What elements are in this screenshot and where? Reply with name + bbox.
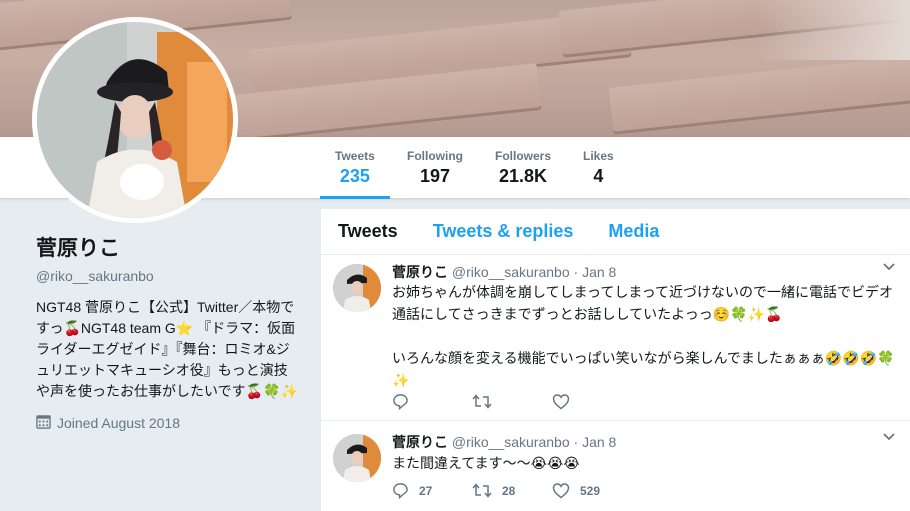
stat-value: 197 (419, 166, 451, 186)
retweet-icon (472, 482, 492, 499)
profile-joined: Joined August 2018 (36, 414, 301, 432)
tweet-header: 菅原りこ @riko__sakuranbo · Jan 8 (392, 262, 616, 282)
chevron-down-icon[interactable] (882, 260, 896, 277)
tweet-date[interactable]: · Jan 8 (574, 434, 617, 450)
stat-value: 235 (339, 166, 370, 186)
tweet-author-handle[interactable]: @riko__sakuranbo (452, 434, 570, 450)
tweet-actions: 27 28 529 (392, 482, 632, 499)
retweet-button[interactable] (472, 393, 552, 410)
heart-icon (552, 482, 570, 499)
tweet-author-handle[interactable]: @riko__sakuranbo (452, 264, 570, 280)
tweet-actions (392, 393, 632, 410)
reply-button[interactable]: 27 (392, 482, 472, 499)
timeline-tabs: Tweets Tweets & replies Media (321, 209, 910, 255)
heart-icon (552, 393, 570, 410)
tweet-header: 菅原りこ @riko__sakuranbo · Jan 8 (392, 432, 616, 452)
profile-bio: NGT48 菅原りこ【公式】Twitter／本物ですっ🍒NGT48 team G… (36, 299, 298, 399)
stat-value: 21.8K (498, 166, 548, 186)
profile-card: 菅原りこ @riko__sakuranbo NGT48 菅原りこ【公式】Twit… (36, 232, 301, 432)
tab-tweets[interactable]: Tweets (338, 221, 398, 242)
like-button[interactable]: 529 (552, 482, 632, 499)
tab-media[interactable]: Media (608, 221, 659, 242)
reply-button[interactable] (392, 393, 472, 410)
reply-icon (392, 482, 409, 499)
reply-icon (392, 393, 409, 410)
stat-tweets[interactable]: Tweets 235 (320, 149, 390, 199)
joined-date: Joined August 2018 (57, 415, 180, 431)
timeline: Tweets Tweets & replies Media 菅原りこ @riko… (321, 209, 910, 511)
like-count: 529 (580, 483, 601, 498)
tab-tweets-replies[interactable]: Tweets & replies (433, 221, 574, 242)
tweet-text: お姉ちゃんが体調を崩してしまってしまって近づけないので一緒に電話でビデオ通話にし… (392, 284, 895, 388)
reply-count: 27 (419, 483, 433, 498)
stat-label: Following (407, 149, 463, 163)
retweet-count: 28 (502, 483, 516, 498)
like-button[interactable] (552, 393, 632, 410)
tweet[interactable]: 菅原りこ @riko__sakuranbo · Jan 8 お姉ちゃんが体調を崩… (321, 255, 910, 421)
tweet[interactable]: 菅原りこ @riko__sakuranbo · Jan 8 また間違えてます〜〜… (321, 421, 910, 511)
tweet-text: また間違えてます〜〜😭😭😭 (392, 455, 580, 471)
stat-value: 4 (593, 166, 604, 186)
profile-handle[interactable]: @riko__sakuranbo (36, 268, 301, 284)
tweet-avatar[interactable] (333, 434, 381, 482)
tweet-date[interactable]: · Jan 8 (574, 264, 617, 280)
stat-followers[interactable]: Followers 21.8K (495, 149, 551, 187)
tweet-author-name[interactable]: 菅原りこ (392, 264, 448, 280)
stat-likes[interactable]: Likes 4 (583, 149, 614, 187)
stat-following[interactable]: Following 197 (407, 149, 463, 187)
stat-label: Followers (495, 149, 552, 163)
stat-label: Likes (583, 149, 614, 163)
chevron-down-icon[interactable] (882, 430, 896, 447)
tweet-avatar[interactable] (333, 264, 381, 312)
tweet-author-name[interactable]: 菅原りこ (392, 434, 448, 450)
retweet-icon (472, 393, 492, 410)
profile-name[interactable]: 菅原りこ (36, 232, 301, 262)
calendar-icon (36, 414, 51, 432)
stat-label: Tweets (335, 149, 375, 163)
profile-avatar[interactable] (32, 17, 238, 223)
retweet-button[interactable]: 28 (472, 482, 552, 499)
